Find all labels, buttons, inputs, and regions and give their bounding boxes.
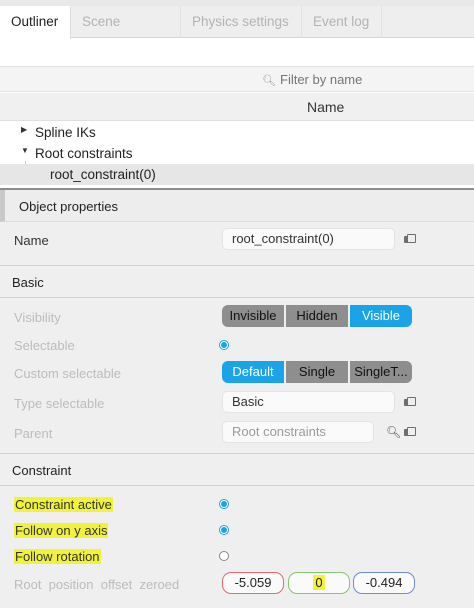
section-label: Basic (12, 275, 44, 290)
divider (0, 265, 474, 266)
constraint-active-radio[interactable] (219, 499, 229, 509)
root-offset-row: Root position offset zeroed -5.059 0 -0.… (0, 569, 474, 599)
custom-selectable-row: Custom selectable Default Single SingleT… (0, 358, 474, 388)
tab-outliner[interactable]: Outliner (0, 6, 71, 39)
tree-item-label: Root constraints (35, 146, 133, 161)
divider (0, 453, 474, 454)
type-selectable-row: Type selectable Basic (0, 388, 474, 418)
filter-wrapper: 🔍︎ (262, 72, 372, 87)
parent-row: Parent Root constraints 🔍︎ (0, 418, 474, 448)
type-selectable-field[interactable]: Basic (222, 391, 395, 413)
root-offset-z-field[interactable]: -0.494 (353, 572, 415, 594)
panel-title: Object properties (19, 199, 118, 214)
divider (0, 485, 474, 486)
column-header-name: Name (307, 99, 345, 115)
root-offset-y-value: 0 (313, 575, 325, 590)
column-header[interactable]: Name (0, 93, 474, 121)
follow-rotation-row: Follow rotation (0, 541, 474, 571)
follow-rotation-label: Follow rotation (14, 549, 101, 564)
collapse-arrow-icon[interactable]: ▼ (21, 146, 29, 155)
custom-selectable-option-single-truncated[interactable]: SingleT... (350, 361, 412, 383)
custom-selectable-segmented-control: Default Single SingleT... (222, 361, 412, 383)
search-icon[interactable]: 🔍︎ (386, 425, 401, 439)
outliner-panel: 🔍︎ Name ▶ Spline IKs ▼ Root constraints … (0, 39, 474, 187)
tab-label: Outliner (11, 14, 59, 29)
custom-selectable-option-single[interactable]: Single (286, 361, 350, 383)
selectable-row: Selectable (0, 330, 474, 360)
visibility-option-hidden[interactable]: Hidden (286, 305, 350, 327)
visibility-row: Visibility Invisible Hidden Visible (0, 302, 474, 332)
object-properties-header: Object properties (0, 190, 474, 222)
filter-row: 🔍︎ (0, 66, 474, 92)
name-row: Name root_constraint(0) (0, 225, 474, 255)
tree-item-spline-iks[interactable]: ▶ Spline IKs (0, 122, 474, 143)
follow-rotation-radio[interactable] (219, 551, 229, 561)
copy-icon[interactable] (404, 427, 416, 437)
tree-item-root-constraint-0[interactable]: root_constraint(0) (0, 164, 474, 185)
type-selectable-label: Type selectable (14, 396, 105, 411)
custom-selectable-option-default[interactable]: Default (222, 361, 286, 383)
root-offset-x-field[interactable]: -5.059 (222, 572, 284, 594)
name-field[interactable]: root_constraint(0) (222, 228, 395, 250)
tab-scene-settings[interactable]: Scene settings (71, 6, 181, 61)
visibility-label: Visibility (14, 310, 61, 325)
tab-bar: Outliner Scene settings Physics settings… (0, 6, 474, 61)
expand-arrow-icon[interactable]: ▶ (21, 125, 27, 134)
filter-input[interactable] (280, 72, 372, 87)
copy-icon[interactable] (404, 397, 416, 407)
visibility-option-visible[interactable]: Visible (350, 305, 412, 327)
selectable-radio[interactable] (219, 340, 229, 350)
tree-item-label: root_constraint(0) (50, 167, 156, 182)
follow-y-axis-label: Follow on y axis (14, 523, 109, 538)
constraint-section-header: Constraint (0, 455, 474, 485)
search-icon: 🔍︎ (262, 75, 276, 87)
tree-item-label: Spline IKs (35, 125, 96, 140)
tab-label: Physics settings (192, 14, 289, 29)
root-offset-y-field[interactable]: 0 (288, 572, 350, 594)
visibility-segmented-control: Invisible Hidden Visible (222, 305, 412, 327)
parent-field[interactable]: Root constraints (222, 421, 374, 443)
root-offset-label: Root position offset zeroed (14, 577, 180, 592)
custom-selectable-label: Custom selectable (14, 366, 121, 381)
parent-label: Parent (14, 426, 53, 441)
section-label: Constraint (12, 463, 72, 478)
copy-icon[interactable] (404, 234, 416, 244)
object-properties-panel: Object properties Name root_constraint(0… (0, 188, 474, 608)
tab-label: Event log (313, 14, 370, 29)
name-label: Name (14, 233, 49, 248)
constraint-active-label: Constraint active (14, 497, 113, 512)
follow-y-axis-radio[interactable] (219, 525, 229, 535)
tab-physics-settings[interactable]: Physics settings (181, 6, 302, 38)
tab-event-log[interactable]: Event log (302, 6, 382, 38)
basic-section-header: Basic (0, 267, 474, 297)
visibility-option-invisible[interactable]: Invisible (222, 305, 286, 327)
tree-item-root-constraints[interactable]: ▼ Root constraints (0, 143, 474, 164)
divider (0, 297, 474, 298)
selectable-label: Selectable (14, 338, 75, 353)
